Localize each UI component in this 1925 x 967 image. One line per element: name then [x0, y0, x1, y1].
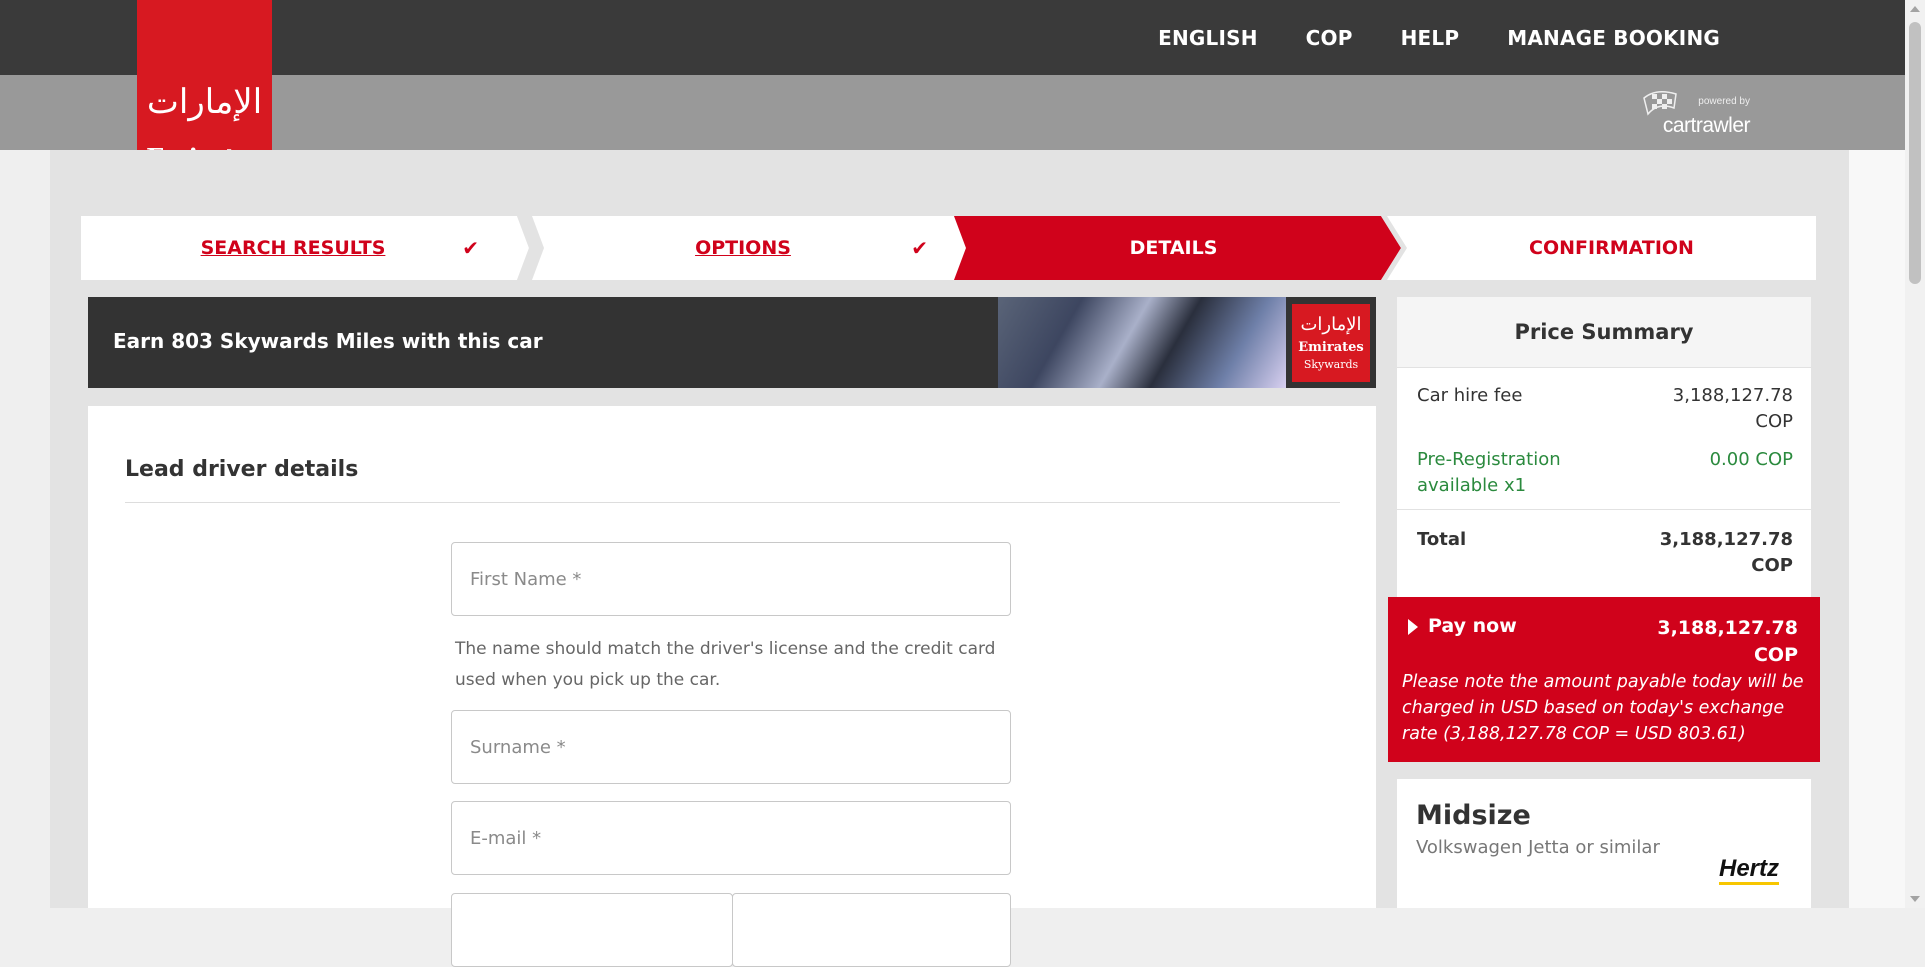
language-link[interactable]: ENGLISH [1158, 26, 1258, 50]
emirates-skywards-arabic: الإمارات [1300, 314, 1362, 335]
help-link[interactable]: HELP [1401, 26, 1460, 50]
manage-booking-link[interactable]: MANAGE BOOKING [1507, 26, 1720, 50]
pay-now-label: Pay now [1428, 615, 1517, 637]
price-summary-panel: Price Summary Car hire fee 3,188,127.78 … [1397, 297, 1811, 597]
step-options-label: OPTIONS [695, 237, 791, 259]
powered-by-label: powered by [1698, 96, 1750, 107]
emirates-skywards-logo: الإمارات Emirates Skywards [1292, 304, 1370, 382]
checkmark-icon: ✔ [911, 236, 928, 260]
cartrawler-logo: powered by cartrawler [1640, 86, 1751, 138]
step-search-results[interactable]: SEARCH RESULTS ✔ [81, 216, 505, 280]
country-code-field[interactable] [451, 893, 733, 967]
skywards-miles-text: Earn 803 Skywards Miles with this car [113, 329, 543, 353]
hertz-logo: Hertz [1718, 856, 1779, 885]
summary-divider [1397, 509, 1811, 510]
section-divider [125, 502, 1340, 503]
car-night-photo [998, 297, 1286, 388]
top-nav: ENGLISH COP HELP MANAGE BOOKING [1158, 0, 1720, 75]
car-summary-card: Midsize Volkswagen Jetta or similar Hert… [1397, 779, 1811, 908]
step-confirmation: CONFIRMATION [1407, 216, 1816, 280]
step-options[interactable]: OPTIONS ✔ [532, 216, 954, 280]
skywards-miles-banner: Earn 803 Skywards Miles with this car ال… [88, 297, 1376, 388]
page-scrollbar[interactable] [1905, 0, 1925, 908]
checkmark-icon: ✔ [462, 236, 479, 260]
lead-driver-form: Lead driver details The name should matc… [88, 406, 1376, 967]
emirates-logo-arabic: الإمارات [146, 82, 263, 122]
car-hire-fee-value: 3,188,127.78 COP [1672, 385, 1793, 432]
car-model: Volkswagen Jetta or similar [1416, 837, 1660, 858]
step-confirmation-label: CONFIRMATION [1529, 237, 1694, 259]
step-details-label: DETAILS [1129, 237, 1218, 259]
page-margin [1849, 150, 1905, 908]
step-search-results-label: SEARCH RESULTS [200, 237, 386, 259]
pay-now-value: 3,188,127.78 COP [1657, 617, 1798, 666]
scrollbar-thumb[interactable] [1909, 22, 1921, 284]
email-field[interactable] [451, 801, 1011, 875]
car-hire-fee-label: Car hire fee [1417, 385, 1523, 406]
scroll-up-arrow-icon[interactable] [1910, 6, 1920, 12]
skywards-logo-line1: Emirates [1298, 340, 1364, 355]
price-summary-title: Price Summary [1397, 297, 1811, 368]
pre-registration-value: 0.00 COP [1709, 449, 1793, 470]
surname-field[interactable] [451, 710, 1011, 784]
car-class: Midsize [1416, 800, 1531, 831]
exchange-rate-note: Please note the amount payable today wil… [1402, 672, 1804, 744]
first-name-input[interactable] [452, 543, 1010, 615]
expand-caret-icon [1408, 619, 1418, 635]
booking-progress-steps: SEARCH RESULTS ✔ OPTIONS ✔ DETAILS CONFI… [81, 216, 1816, 280]
surname-input[interactable] [452, 711, 1010, 783]
top-navigation-bar: ENGLISH COP HELP MANAGE BOOKING [0, 0, 1905, 75]
sub-header-bar [0, 75, 1905, 150]
skywards-logo-line2: Skywards [1303, 358, 1359, 371]
pre-registration-label: Pre-Registration available x1 [1417, 449, 1561, 496]
scroll-down-arrow-icon[interactable] [1910, 896, 1920, 902]
cartrawler-wordmark: cartrawler [1662, 114, 1751, 137]
first-name-field[interactable] [451, 542, 1011, 616]
step-details: DETAILS [966, 216, 1381, 280]
phone-field[interactable] [732, 893, 1011, 967]
lead-driver-title: Lead driver details [125, 457, 359, 482]
total-value: 3,188,127.78 COP [1659, 529, 1793, 576]
pay-now-panel[interactable]: Pay now 3,188,127.78 COP Please note the… [1388, 597, 1820, 762]
currency-link[interactable]: COP [1306, 26, 1353, 50]
email-input[interactable] [452, 802, 1010, 874]
name-hint-text: The name should match the driver's licen… [455, 639, 996, 690]
total-label: Total [1417, 529, 1467, 550]
